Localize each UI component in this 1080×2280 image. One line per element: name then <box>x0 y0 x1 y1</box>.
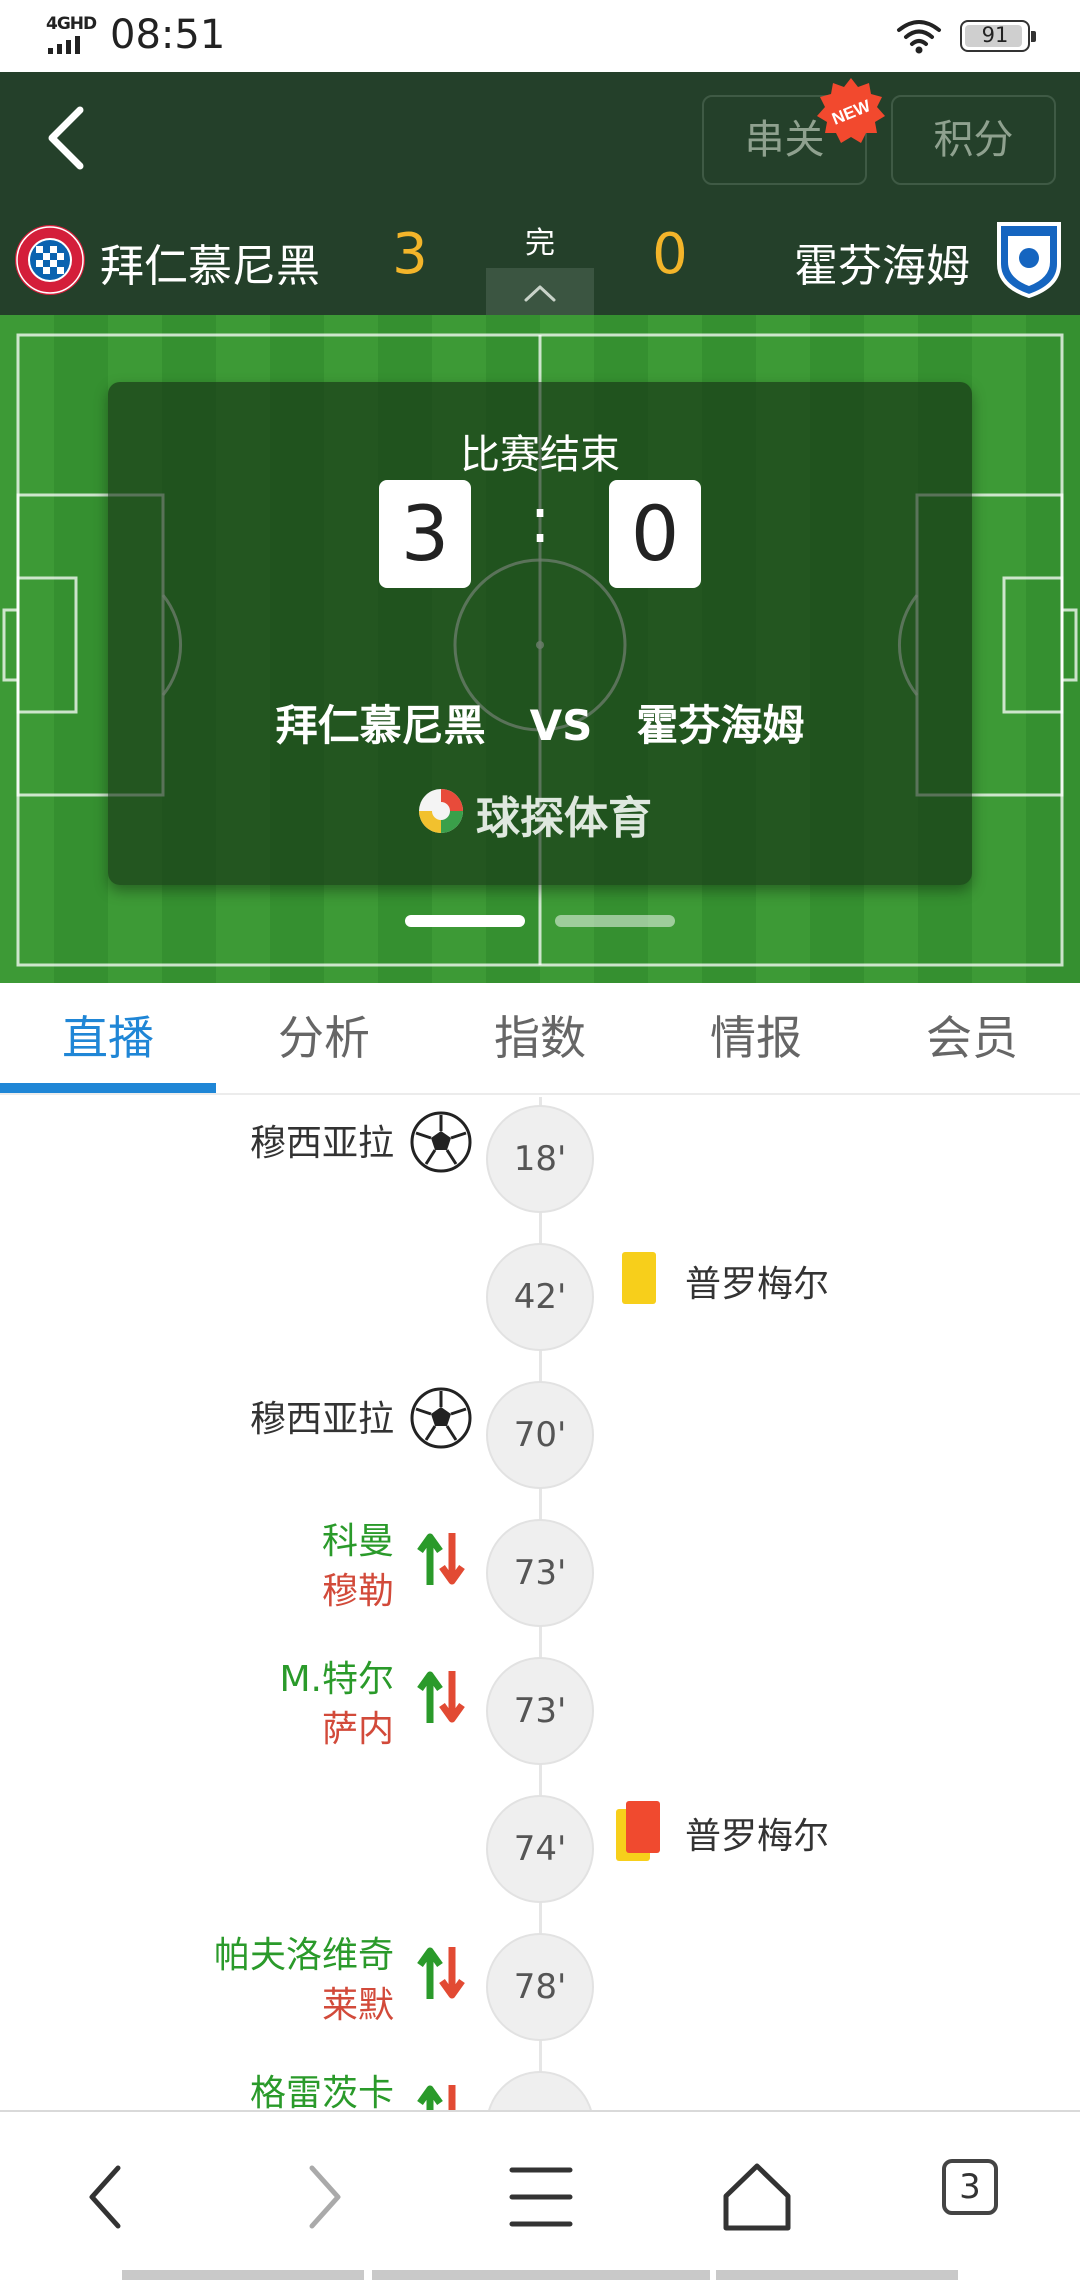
brand-name: 球探体育 <box>476 793 652 844</box>
teams-vs-row: 拜仁慕尼黑 VS 霍芬海姆 <box>108 692 972 753</box>
tab-intel[interactable]: 情报 <box>648 983 864 1093</box>
sent-off-player: 普罗梅尔 <box>685 1816 830 1857</box>
sub-player-in: 科曼 <box>321 1521 394 1562</box>
match-status: 完 <box>525 226 555 261</box>
sub-player-out: 莱默 <box>321 1985 394 2026</box>
yellow-card-icon <box>622 1252 656 1304</box>
second-yellow-red-card-icon <box>616 1801 666 1863</box>
away-score-box: 0 <box>609 480 701 588</box>
gesture-bar-segment <box>372 2270 710 2280</box>
substitution-icon <box>417 2085 456 2110</box>
sub-player-in: 格雷茨卡 <box>249 2073 394 2110</box>
substitution-icon <box>417 1533 465 1585</box>
home-team-name: 拜仁慕尼黑 <box>100 241 320 292</box>
tabs-count: 3 <box>942 2159 998 2215</box>
event-minute: 74' <box>486 1795 594 1903</box>
wifi-icon <box>897 20 941 54</box>
brand-ball-icon <box>419 789 463 833</box>
collapse-button[interactable] <box>486 268 594 315</box>
soccer-ball-icon <box>410 1387 472 1449</box>
match-result-card: 比赛结束 3 : 0 拜仁慕尼黑 VS 霍芬海姆 球探体育 <box>108 382 972 885</box>
booked-player: 普罗梅尔 <box>685 1264 830 1305</box>
pitch-banner: 比赛结束 3 : 0 拜仁慕尼黑 VS 霍芬海姆 球探体育 <box>0 315 1080 983</box>
battery-icon: 91 <box>960 20 1036 52</box>
card-away-team: 霍芬海姆 <box>636 701 805 750</box>
match-tabs: 直播 分析 指数 情报 会员 <box>0 983 1080 1095</box>
soccer-ball-icon <box>410 1111 472 1173</box>
forward-icon[interactable] <box>278 2152 368 2242</box>
tab-odds[interactable]: 指数 <box>432 983 648 1093</box>
back-icon[interactable] <box>62 2152 152 2242</box>
new-badge: NEW <box>817 78 885 143</box>
event-minute: 42' <box>486 1243 594 1351</box>
event-minute: 73' <box>486 1657 594 1765</box>
sub-player-out: 穆勒 <box>321 1571 394 1612</box>
score-row: 拜仁慕尼黑 3 完 0 霍芬海姆 <box>0 212 1080 315</box>
event-minute: 78' <box>486 1933 594 2041</box>
sub-player-in: 帕夫洛维奇 <box>213 1935 394 1976</box>
substitution-icon <box>417 1947 465 1999</box>
vs-label: VS <box>529 701 593 750</box>
home-score: 3 <box>392 222 428 287</box>
goal-scorer: 穆西亚拉 <box>249 1399 394 1440</box>
carousel-dot[interactable] <box>555 915 675 927</box>
event-minute: 18' <box>486 1105 594 1213</box>
away-score: 0 <box>652 222 688 287</box>
score-separator: : <box>529 484 551 558</box>
status-bar: 4GHD 08:51 91 <box>0 0 1080 72</box>
goal-scorer: 穆西亚拉 <box>249 1123 394 1164</box>
sub-player-in: M.特尔 <box>279 1659 394 1700</box>
back-arrow-icon[interactable] <box>36 98 106 178</box>
event-minute: 78' <box>486 2071 594 2110</box>
gesture-bar-segment <box>122 2270 364 2280</box>
match-header: 串关 NEW 积分 拜仁慕尼黑 3 完 0 霍芬海姆 <box>0 72 1080 315</box>
active-tab-indicator <box>0 1083 216 1093</box>
substitution-icon <box>417 1671 465 1723</box>
card-home-team: 拜仁慕尼黑 <box>275 701 486 750</box>
bayern-logo-icon <box>15 225 85 295</box>
result-title: 比赛结束 <box>460 432 620 478</box>
status-time: 08:51 <box>110 12 226 58</box>
gesture-bar-segment <box>716 2270 958 2280</box>
event-minute: 73' <box>486 1519 594 1627</box>
tabs-button[interactable]: 3 <box>942 2159 1032 2249</box>
network-signal-icon: 4GHD <box>46 14 98 54</box>
event-minute: 70' <box>486 1381 594 1489</box>
menu-icon[interactable] <box>496 2152 586 2242</box>
home-icon[interactable] <box>712 2152 802 2242</box>
hoffenheim-logo-icon <box>997 222 1061 298</box>
away-team-name: 霍芬海姆 <box>794 241 970 292</box>
event-timeline[interactable]: 穆西亚拉 18' 42' 普罗梅尔 穆西亚拉 70' 科曼 穆勒 73' M.特… <box>0 1097 1080 2110</box>
tab-live[interactable]: 直播 <box>0 983 216 1093</box>
browser-bottom-nav: 3 <box>0 2110 1080 2280</box>
carousel-dot-active[interactable] <box>405 915 525 927</box>
network-type: 4GHD <box>46 14 97 34</box>
battery-level: 91 <box>981 23 1009 47</box>
home-score-box: 3 <box>379 480 471 588</box>
tab-analysis[interactable]: 分析 <box>216 983 432 1093</box>
tab-member[interactable]: 会员 <box>864 983 1080 1093</box>
chevron-up-icon <box>524 285 556 302</box>
standings-button[interactable]: 积分 <box>891 95 1056 185</box>
sub-player-out: 萨内 <box>321 1709 394 1750</box>
